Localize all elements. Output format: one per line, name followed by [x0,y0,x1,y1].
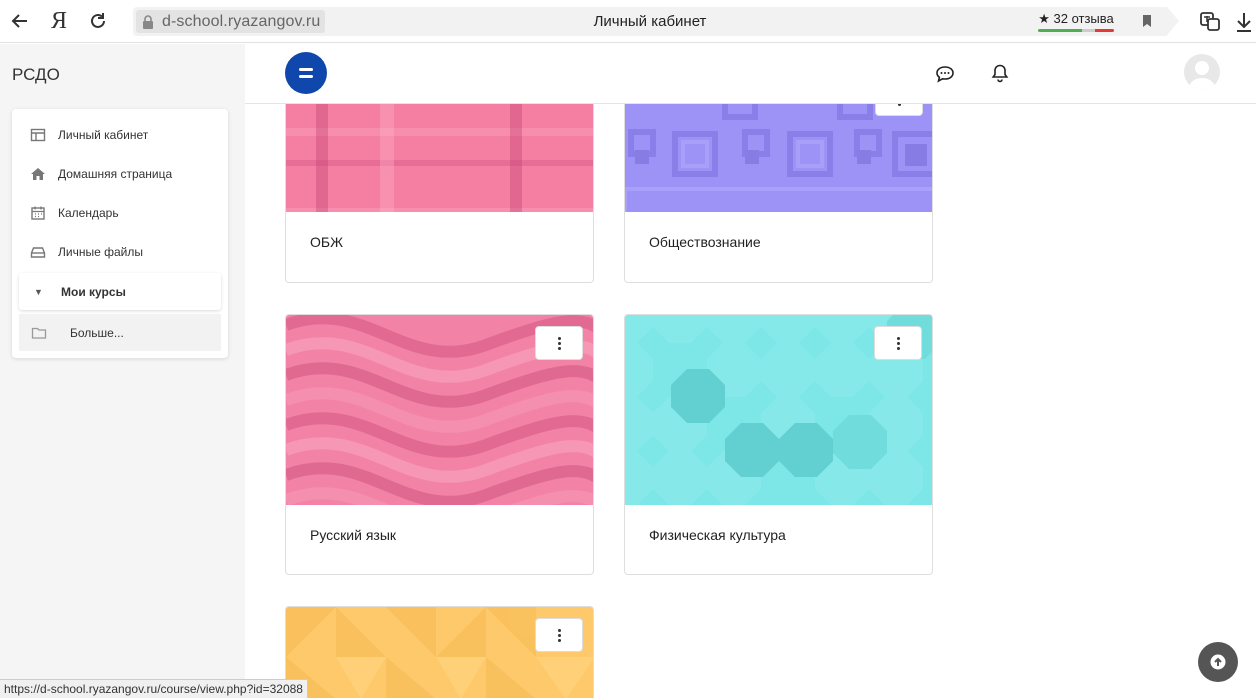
course-name[interactable]: Обществознание [649,234,761,250]
sidebar-item-label: Мои курсы [61,284,126,299]
course-image[interactable] [625,315,932,505]
site-name[interactable]: РСДО [12,65,60,85]
reviews-badge[interactable]: ★ 32 отзыва [1038,10,1114,32]
user-avatar[interactable] [1184,54,1220,90]
sidebar-item-label: Личные файлы [58,244,143,259]
course-card[interactable]: ОБЖ [285,104,594,283]
status-bar-url: https://d-school.ryazangov.ru/course/vie… [0,679,308,698]
download-button[interactable] [1232,0,1256,43]
course-card[interactable]: Физическая культура [624,314,933,575]
notifications-icon[interactable] [990,63,1010,83]
sidebar-item-label: Календарь [58,205,119,220]
folder-icon [30,324,48,342]
rating-bar [1038,29,1114,32]
sidebar-item-more[interactable]: Больше... [19,314,221,351]
address-bar[interactable]: d-school.ryazangov.ru Личный кабинет ★ 3… [133,7,1179,36]
home-icon [29,165,47,183]
drawer-toggle-button[interactable] [285,52,327,94]
files-icon [29,243,47,261]
nav-card: Личный кабинет Домашняя страница Календа… [12,109,228,358]
back-button[interactable] [0,0,40,43]
arrow-up-icon [1210,654,1226,670]
course-card[interactable] [285,606,594,698]
domain-text: d-school.ryazangov.ru [162,12,321,30]
sidebar: РСДО Личный кабинет Домашняя страница Ка… [0,44,245,698]
translate-icon [1199,11,1220,31]
domain-chip[interactable]: d-school.ryazangov.ru [136,10,326,33]
course-menu-button[interactable] [535,326,583,360]
course-name[interactable]: Русский язык [310,527,396,543]
sidebar-item-label: Домашняя страница [58,166,173,181]
course-menu-button[interactable] [535,618,583,652]
course-image[interactable] [286,315,593,505]
course-name[interactable]: Физическая культура [649,527,786,543]
course-pattern [625,104,932,212]
sidebar-item-dashboard[interactable]: Личный кабинет [12,115,228,154]
sidebar-item-my-courses[interactable]: ▼ Мои курсы [19,273,221,310]
calendar-icon [29,204,47,222]
download-icon [1237,12,1251,32]
reviews-label: ★ 32 отзыва [1038,11,1114,26]
course-name[interactable]: ОБЖ [310,234,343,250]
drawer-toggle-icon [299,66,313,80]
course-menu-button[interactable] [874,326,922,360]
dashboard-icon [29,126,47,144]
lock-icon [143,14,153,29]
course-image[interactable] [625,104,932,212]
course-menu-button[interactable] [875,104,923,116]
course-image[interactable] [286,104,593,212]
browser-toolbar: Я d-school.ryazangov.ru Личный кабинет ★… [0,0,1256,43]
browser-right-icons [1187,0,1256,43]
sidebar-item-files[interactable]: Личные файлы [12,232,228,271]
page-navbar [245,44,1256,104]
reload-icon [91,13,105,28]
bookmark-icon[interactable] [1139,13,1155,29]
translate-button[interactable] [1187,0,1232,43]
course-card[interactable]: Обществознание [624,104,933,283]
back-arrow-icon [11,14,27,28]
caret-down-icon: ▼ [34,286,43,297]
sidebar-item-calendar[interactable]: Календарь [12,193,228,232]
sidebar-item-label: Личный кабинет [58,127,149,142]
sidebar-item-home[interactable]: Домашняя страница [12,154,228,193]
yandex-logo[interactable]: Я [40,8,78,35]
scroll-to-top-button[interactable] [1198,642,1238,682]
sidebar-item-label: Больше... [70,325,124,340]
messages-icon[interactable] [935,64,955,84]
course-card[interactable]: Русский язык [285,314,594,575]
course-image[interactable] [286,607,593,698]
reload-button[interactable] [78,0,118,43]
